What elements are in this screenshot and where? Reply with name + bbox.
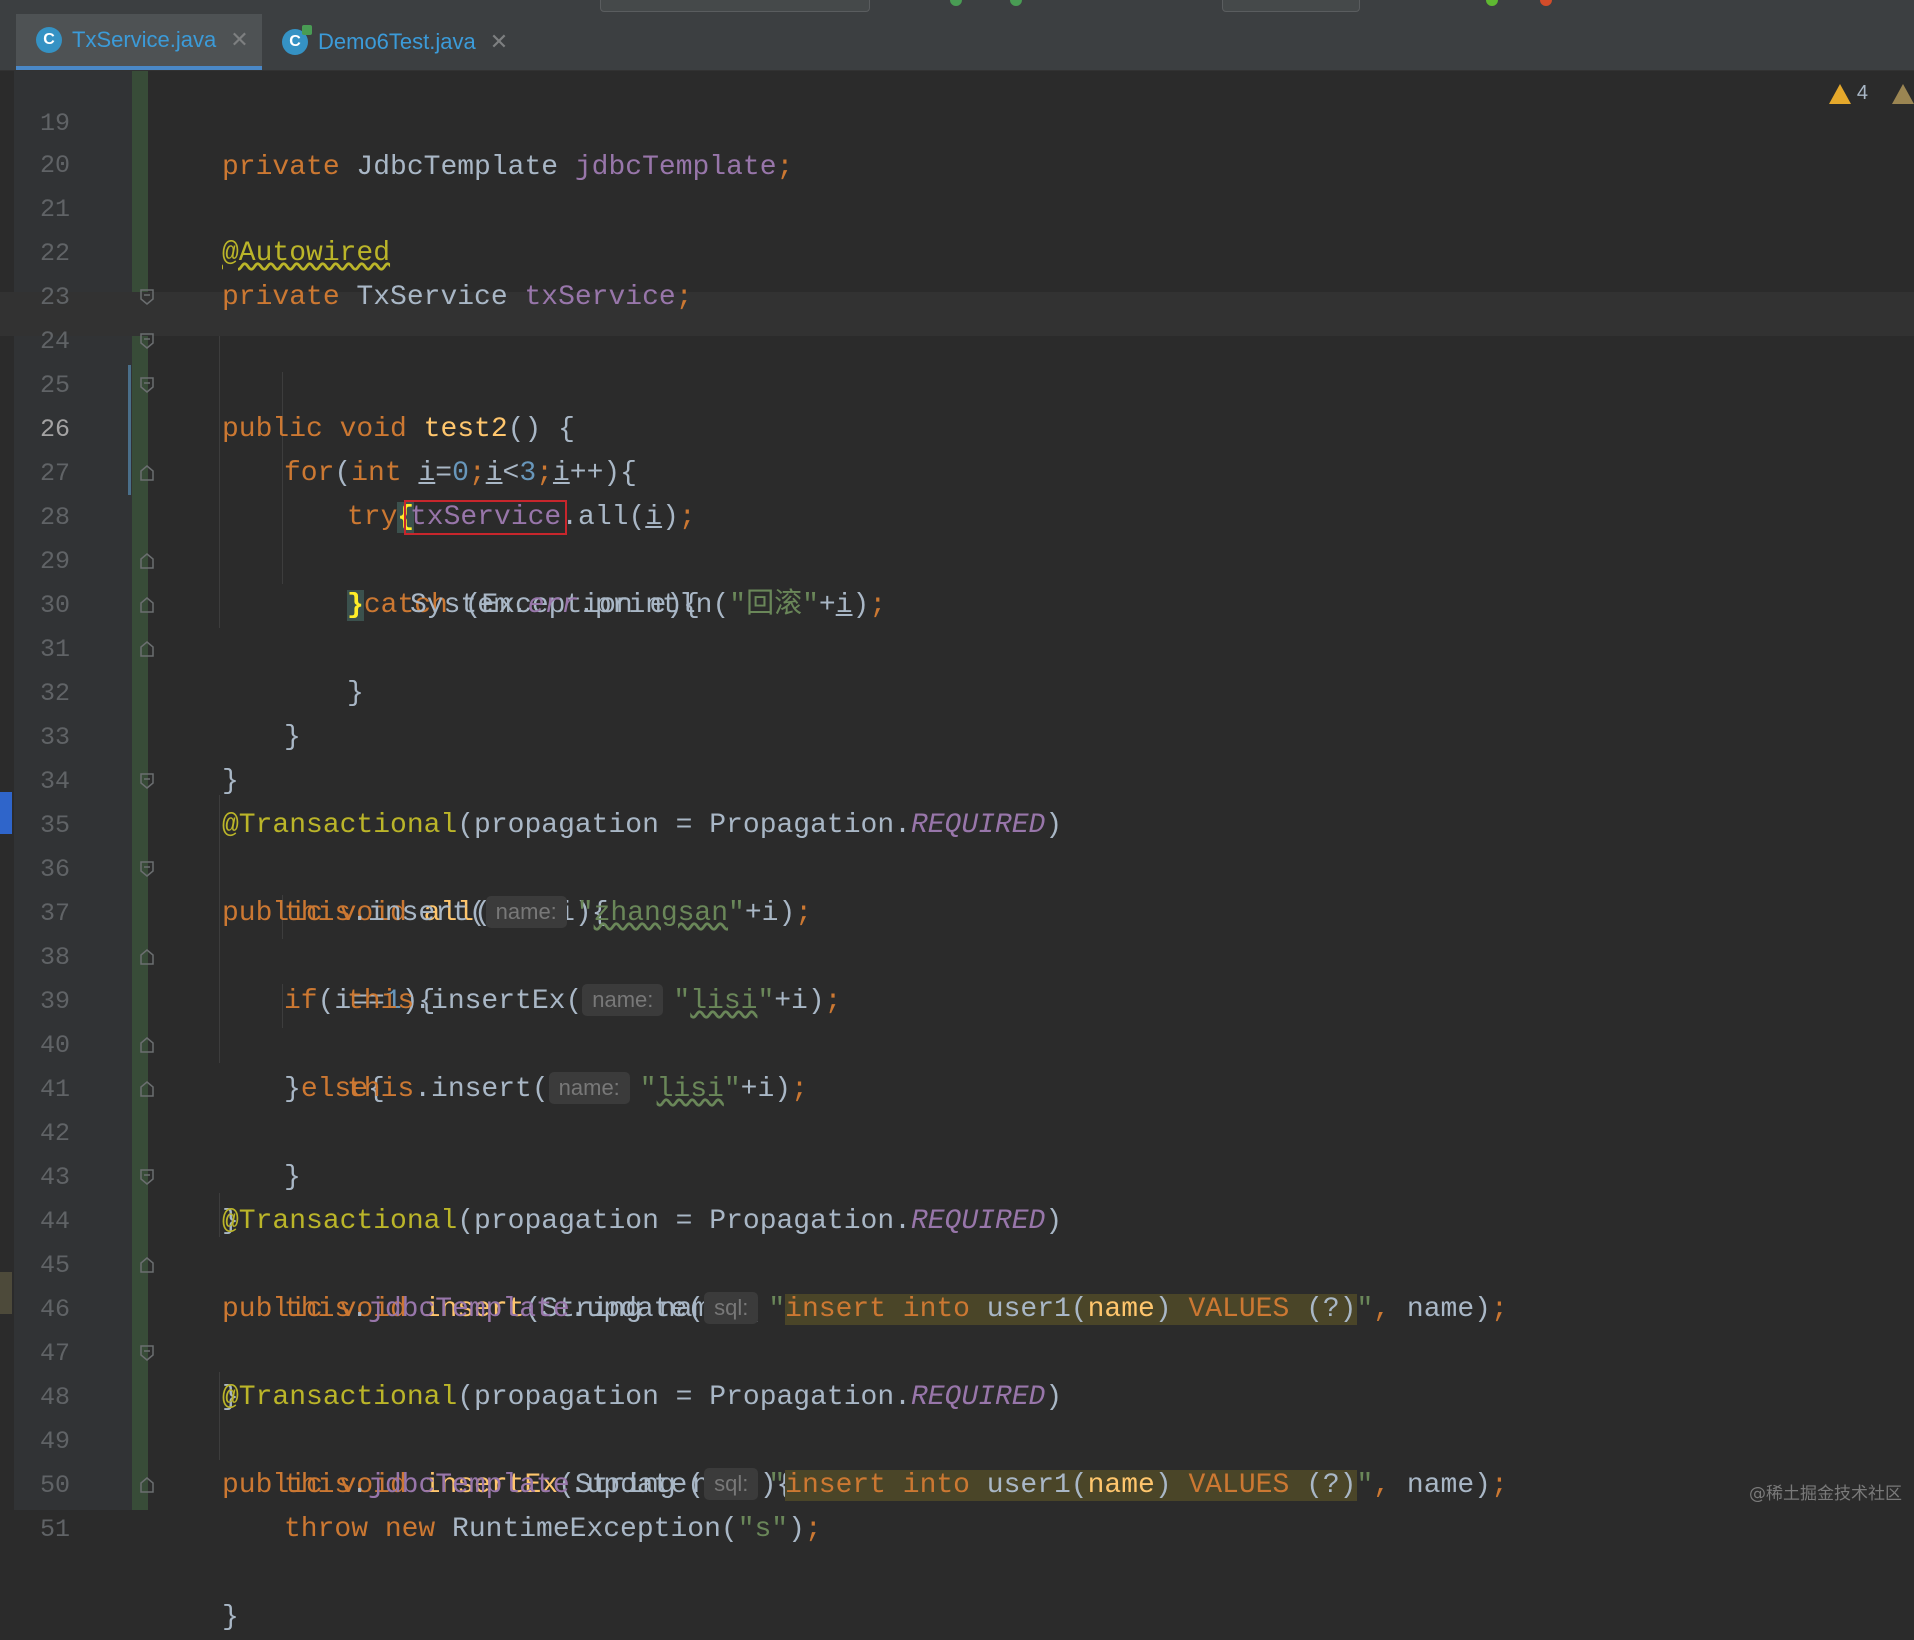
run-icon[interactable] (950, 0, 962, 6)
main-toolbar (0, 0, 1914, 14)
fold-open-icon[interactable] (140, 333, 154, 349)
line-number: 51 (39, 1515, 70, 1544)
git-branch-selector[interactable] (1222, 0, 1360, 12)
code-line[interactable]: 28 }catch (Exception e){ (0, 452, 1914, 621)
code-line[interactable]: 49 this.jdbcTemplate.update(sql: "insert … (0, 1376, 1914, 1501)
code-line[interactable]: 24 public void test2() { (0, 276, 1914, 445)
close-icon[interactable]: ✕ (230, 27, 248, 53)
test-class-icon: C (282, 25, 312, 55)
code-line[interactable]: 42 } (0, 1068, 1914, 1237)
code-line[interactable]: 36 this.insert(name: "zhangsan"+i); (0, 804, 1914, 929)
code-line[interactable]: 47 @Transactional(propagation = Propagat… (0, 1288, 1914, 1413)
tab-label: Demo6Test.java (318, 29, 476, 54)
code-line[interactable]: 22 private TxService txService; (0, 188, 1914, 313)
fold-open-icon[interactable] (140, 1169, 154, 1185)
plugin-icon-2[interactable] (1540, 0, 1552, 6)
fold-close-icon[interactable] (140, 1477, 154, 1493)
fold-close-icon[interactable] (140, 597, 154, 613)
tab-label: TxService.java (72, 27, 217, 52)
code-line[interactable]: 40 this.insert(name: "lisi"+i); (0, 980, 1914, 1105)
code-line[interactable]: 31 } (0, 584, 1914, 753)
line-code: } (222, 1602, 239, 1633)
code-line[interactable]: 32 } (0, 628, 1914, 797)
code-line[interactable]: 35 public void all(int i){ (0, 760, 1914, 929)
code-line[interactable]: 23 (0, 232, 1914, 312)
plugin-icon[interactable] (1486, 0, 1498, 6)
code-line[interactable]: 33 (0, 672, 1914, 752)
fold-open-icon[interactable] (140, 1345, 154, 1361)
fold-close-icon[interactable] (140, 949, 154, 965)
code-line[interactable]: 44 public void insert(String name){ (0, 1156, 1914, 1325)
code-line[interactable]: 37 if(i==1){ (0, 848, 1914, 1017)
code-line[interactable]: 48 public void insertEx(String name){ (0, 1332, 1914, 1501)
code-line[interactable]: 29 System.err.println("回滚"+i); (0, 496, 1914, 621)
fold-open-icon[interactable] (140, 289, 154, 305)
class-icon: C (36, 27, 62, 53)
code-line[interactable]: 27 txService.all(i); (0, 408, 1914, 535)
close-icon[interactable]: ✕ (490, 29, 508, 55)
code-line[interactable]: 39 }else{ (0, 936, 1914, 1105)
fold-close-icon[interactable] (140, 1257, 154, 1273)
code-line[interactable]: 30 } (0, 540, 1914, 709)
fold-open-icon[interactable] (140, 377, 154, 393)
fold-close-icon[interactable] (140, 1081, 154, 1097)
code-line[interactable]: 25 for(int i=0;i<3;i++){ (0, 320, 1914, 489)
code-line[interactable]: 20 (0, 100, 1914, 180)
fold-close-icon[interactable] (140, 1037, 154, 1053)
code-line[interactable]: 45 this.jdbcTemplate.update(sql: "insert … (0, 1200, 1914, 1325)
fold-close-icon[interactable] (140, 553, 154, 569)
run-configuration-selector[interactable] (600, 0, 870, 12)
code-line[interactable]: 41 } (0, 1024, 1914, 1193)
code-line[interactable]: 38 this.insertEx(name: "lisi"+i); (0, 892, 1914, 1017)
code-line[interactable]: 46 } (0, 1244, 1914, 1413)
code-line[interactable]: 21 @Autowired (0, 144, 1914, 269)
code-line[interactable]: 43 @Transactional(propagation = Propagat… (0, 1112, 1914, 1237)
line-code: throw new RuntimeException("s"); (284, 1514, 822, 1545)
code-line[interactable]: 50 throw new RuntimeException("s"); (0, 1420, 1914, 1545)
code-line[interactable]: 34 @Transactional(propagation = Propagat… (0, 716, 1914, 841)
debug-icon[interactable] (1010, 0, 1022, 6)
watermark: @稀土掘金技术社区 (1749, 1484, 1902, 1504)
code-line[interactable]: 51 } (0, 1464, 1914, 1633)
code-line[interactable]: 19 private JdbcTemplate jdbcTemplate; (0, 58, 1914, 183)
fold-open-icon[interactable] (140, 773, 154, 789)
code-line[interactable]: 26 try{ (0, 364, 1914, 533)
fold-close-icon[interactable] (140, 465, 154, 481)
fold-open-icon[interactable] (140, 861, 154, 877)
fold-close-icon[interactable] (140, 641, 154, 657)
